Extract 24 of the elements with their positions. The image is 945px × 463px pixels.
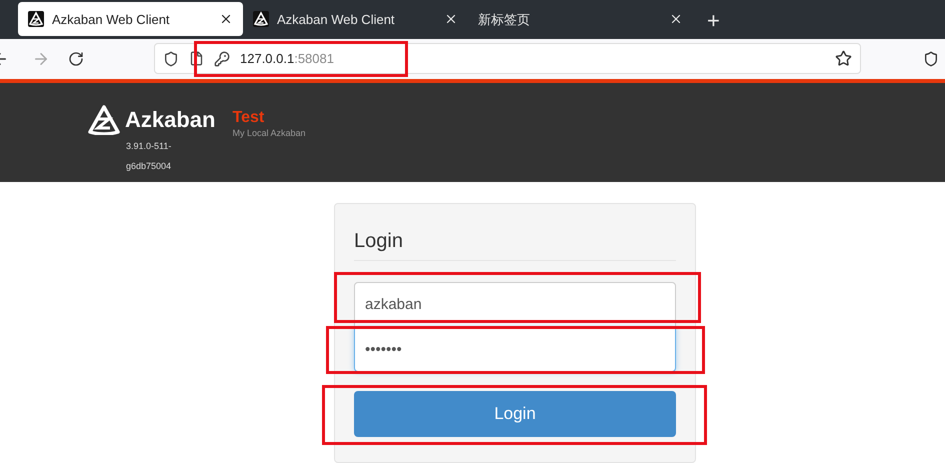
browser-tab[interactable]: Azkaban Web Client — [243, 2, 468, 36]
address-bar[interactable]: 127.0.0.1:58081 — [154, 43, 861, 74]
shield-icon — [163, 50, 179, 67]
username-field[interactable]: azkaban — [354, 282, 676, 327]
browser-tab[interactable]: 新标签页 — [468, 2, 693, 36]
tab-title: Azkaban Web Client — [277, 10, 396, 29]
environment-name: Test — [232, 109, 266, 128]
shield-icon[interactable] — [923, 50, 939, 67]
password-field[interactable]: ••••••• — [354, 326, 676, 372]
new-tab-button[interactable]: + — [707, 10, 720, 32]
environment-description: My Local Azkaban — [232, 127, 306, 140]
browser-tab[interactable]: Azkaban Web Client — [18, 2, 243, 36]
url-text: 127.0.0.1:58081 — [240, 50, 334, 68]
brand-name: Azkaban — [125, 106, 216, 134]
tab-title: 新标签页 — [478, 10, 531, 29]
version-text: 3.91.0-511-g6db75004 — [126, 140, 172, 174]
tab-title: Azkaban Web Client — [52, 10, 171, 29]
login-button[interactable]: Login — [354, 390, 676, 437]
logo-icon — [88, 104, 120, 135]
key-icon — [214, 50, 230, 67]
page-icon — [189, 51, 204, 66]
bookmark-star-icon[interactable] — [835, 50, 852, 68]
reload-icon[interactable] — [68, 50, 84, 67]
login-title: Login — [354, 226, 676, 261]
